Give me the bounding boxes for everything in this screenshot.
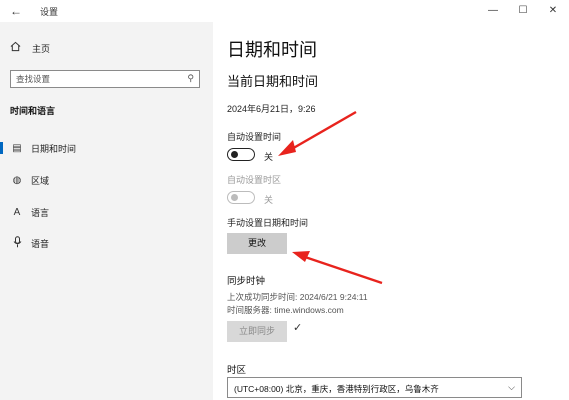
- toggle-knob: [231, 151, 238, 158]
- section-heading: 时间和语言: [10, 106, 56, 116]
- timezone-dropdown[interactable]: (UTC+08:00) 北京，重庆，香港特别行政区，乌鲁木齐 ⌵: [227, 377, 522, 398]
- region-icon: ◍: [12, 174, 22, 186]
- close-button[interactable]: ✕: [538, 2, 568, 20]
- sync-now-button[interactable]: 立即同步: [227, 321, 287, 342]
- auto-timezone-toggle[interactable]: [227, 191, 255, 204]
- sidebar-item-speech[interactable]: 语音: [0, 233, 213, 253]
- sync-clock-heading: 同步时钟: [227, 276, 266, 287]
- time-server-text: 时间服务器: time.windows.com: [227, 305, 344, 315]
- current-datetime-value: 2024年6月21日，9:26: [227, 104, 316, 114]
- nav-home-label: 主页: [32, 43, 51, 54]
- auto-timezone-label: 自动设置时区: [227, 175, 282, 185]
- manual-set-label: 手动设置日期和时间: [227, 218, 309, 228]
- sidebar: 主页 ⚲ 时间和语言 ▤ 日期和时间 ◍ 区域 A 语言 语音: [0, 22, 213, 400]
- minimize-button[interactable]: —: [478, 2, 508, 20]
- auto-time-state: 关: [264, 152, 274, 162]
- auto-timezone-state: 关: [264, 195, 274, 205]
- timezone-value: (UTC+08:00) 北京，重庆，香港特别行政区，乌鲁木齐: [234, 384, 439, 394]
- sidebar-item-label: 区域: [31, 175, 50, 186]
- last-sync-text: 上次成功同步时间: 2024/6/21 9:24:11: [227, 292, 368, 302]
- sidebar-item-language[interactable]: A 语言: [0, 202, 213, 222]
- page-title: 日期和时间: [227, 40, 317, 60]
- sidebar-item-region[interactable]: ◍ 区域: [0, 170, 213, 190]
- language-icon: A: [13, 206, 21, 218]
- auto-time-label: 自动设置时间: [227, 132, 282, 142]
- search-input[interactable]: [16, 73, 176, 85]
- back-arrow-icon[interactable]: ←: [8, 3, 24, 19]
- search-box[interactable]: ⚲: [10, 70, 200, 88]
- sidebar-item-date-time[interactable]: ▤ 日期和时间: [0, 138, 213, 158]
- calendar-icon: ▤: [12, 142, 22, 154]
- change-button[interactable]: 更改: [227, 233, 287, 254]
- chevron-down-icon: ⌵: [508, 382, 515, 392]
- title-bar: ← 设置 — ☐ ✕: [0, 0, 569, 22]
- checkmark-icon: ✓: [293, 322, 303, 334]
- current-datetime-heading: 当前日期和时间: [227, 74, 319, 89]
- sidebar-item-label: 语音: [31, 238, 50, 249]
- timezone-label: 时区: [227, 365, 247, 376]
- window-title: 设置: [40, 7, 59, 17]
- auto-time-toggle[interactable]: [227, 148, 255, 161]
- home-icon: [10, 41, 24, 55]
- sidebar-item-label: 语言: [31, 207, 50, 218]
- maximize-button[interactable]: ☐: [508, 2, 538, 20]
- sidebar-item-label: 日期和时间: [31, 143, 77, 154]
- microphone-icon: [11, 235, 23, 251]
- main-content: 日期和时间 当前日期和时间 2024年6月21日，9:26 自动设置时间 关 自…: [213, 22, 569, 400]
- toggle-knob: [231, 194, 238, 201]
- nav-home[interactable]: 主页: [10, 40, 50, 56]
- search-icon[interactable]: ⚲: [187, 73, 194, 84]
